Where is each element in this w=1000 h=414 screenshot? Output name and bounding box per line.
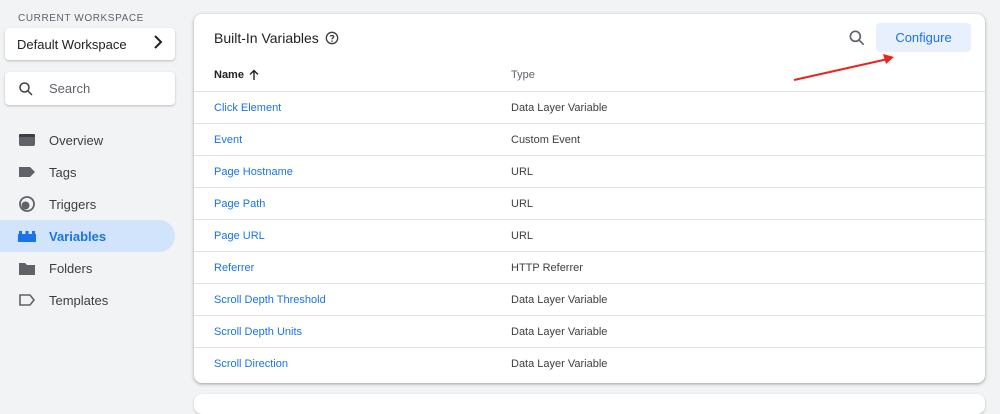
variable-type: URL (511, 198, 534, 210)
sidebar-item-label: Overview (49, 132, 104, 148)
variable-type: Data Layer Variable (511, 102, 608, 114)
column-header-type: Type (511, 69, 535, 81)
variables-table: Name Type Click Element Data Layer Variab… (194, 59, 985, 379)
column-header-name[interactable]: Name (214, 69, 260, 81)
table-row[interactable]: Referrer HTTP Referrer (194, 252, 985, 284)
search-input[interactable] (47, 80, 161, 97)
table-row[interactable]: Event Custom Event (194, 124, 985, 156)
search-icon (19, 81, 33, 96)
workspace-selector[interactable]: Default Workspace (5, 28, 175, 60)
variable-type: URL (511, 230, 534, 242)
template-icon (18, 291, 36, 309)
variable-name-link[interactable]: Page Hostname (214, 166, 293, 178)
variable-type: Custom Event (511, 134, 581, 146)
sidebar-item-folders[interactable]: Folders (0, 252, 175, 284)
panel-title: Built-In Variables (214, 30, 319, 46)
help-icon[interactable] (325, 31, 339, 45)
nav-list: Overview Tags Triggers Variables Folders (0, 124, 185, 316)
sidebar-item-templates[interactable]: Templates (0, 284, 175, 316)
table-row[interactable]: Page URL URL (194, 220, 985, 252)
table-row[interactable]: Scroll Depth Threshold Data Layer Variabl… (194, 284, 985, 316)
variable-name-link[interactable]: Scroll Depth Threshold (214, 294, 326, 306)
table-row[interactable]: Scroll Direction Data Layer Variable (194, 348, 985, 379)
sidebar-item-label: Templates (49, 292, 109, 308)
variable-type: Data Layer Variable (511, 358, 608, 370)
overview-icon (18, 131, 36, 149)
sidebar-item-label: Variables (49, 228, 107, 244)
workspace-label: CURRENT WORKSPACE (18, 13, 144, 24)
sidebar-item-label: Folders (49, 260, 93, 276)
column-name-label: Name (214, 69, 244, 81)
variable-name-link[interactable]: Scroll Depth Units (214, 326, 302, 338)
secondary-panel (194, 394, 985, 414)
configure-button[interactable]: Configure (876, 23, 971, 52)
workspace-name: Default Workspace (17, 36, 127, 52)
variable-type: Data Layer Variable (511, 326, 608, 338)
table-row[interactable]: Scroll Depth Units Data Layer Variable (194, 316, 985, 348)
table-row[interactable]: Page Path URL (194, 188, 985, 220)
sidebar-item-tags[interactable]: Tags (0, 156, 175, 188)
panel-title-wrap: Built-In Variables (214, 30, 339, 46)
folder-icon (18, 259, 36, 277)
arrow-up-icon (249, 69, 259, 80)
trigger-icon (18, 195, 36, 213)
variable-name-link[interactable]: Event (214, 134, 242, 146)
sidebar-item-triggers[interactable]: Triggers (0, 188, 175, 220)
table-row[interactable]: Page Hostname URL (194, 156, 985, 188)
sidebar-item-label: Tags (49, 164, 77, 180)
sidebar-item-label: Triggers (49, 196, 97, 212)
sidebar-item-overview[interactable]: Overview (0, 124, 175, 156)
table-row[interactable]: Click Element Data Layer Variable (194, 92, 985, 124)
variable-type: URL (511, 166, 534, 178)
variable-type: HTTP Referrer (511, 262, 583, 274)
search-icon[interactable] (847, 28, 867, 48)
variables-icon (18, 227, 36, 245)
variable-type: Data Layer Variable (511, 294, 608, 306)
variable-name-link[interactable]: Referrer (214, 262, 254, 274)
search-box[interactable] (5, 72, 175, 105)
variable-name-link[interactable]: Page Path (214, 198, 265, 210)
sidebar-item-variables[interactable]: Variables (0, 220, 175, 252)
sidebar: CURRENT WORKSPACE Default Workspace Over… (0, 0, 185, 404)
chevron-right-icon (153, 34, 163, 54)
annotation-arrow (793, 54, 894, 81)
variable-name-link[interactable]: Scroll Direction (214, 358, 288, 370)
variable-name-link[interactable]: Page URL (214, 230, 265, 242)
tag-icon (18, 163, 36, 181)
variable-name-link[interactable]: Click Element (214, 102, 281, 114)
